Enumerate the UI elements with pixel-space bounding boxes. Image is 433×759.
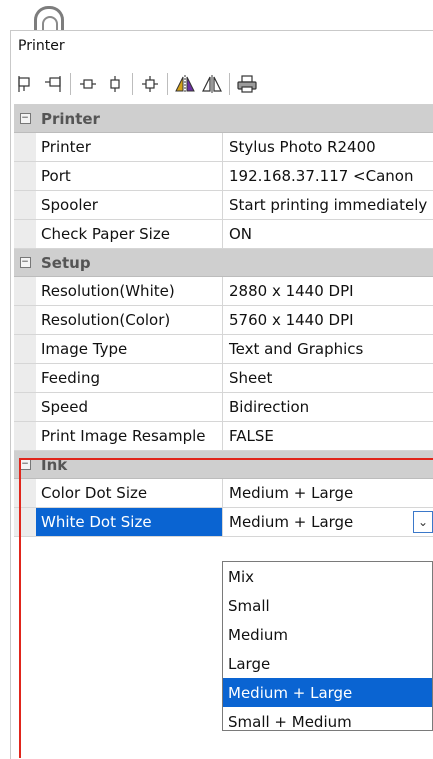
property-name: Printer	[36, 133, 223, 161]
chevron-down-icon: ⌄	[417, 515, 429, 529]
align-left-icon	[18, 76, 30, 92]
property-grid: − Printer Printer Stylus Photo R2400 Por…	[14, 104, 433, 537]
category-setup[interactable]: − Setup	[14, 249, 433, 277]
white-dot-size-select[interactable]: Medium + Large ⌄	[223, 508, 433, 536]
property-row-printer[interactable]: Printer Stylus Photo R2400	[14, 133, 433, 162]
property-name: Check Paper Size	[36, 220, 223, 248]
align-hcenter-icon	[80, 79, 96, 89]
align-vcenter-button[interactable]	[103, 72, 127, 96]
property-name: Image Type	[36, 335, 223, 363]
category-label: Ink	[41, 455, 68, 474]
property-value[interactable]: 192.168.37.117 <Canon	[223, 162, 433, 190]
print-icon	[237, 75, 257, 93]
category-ink[interactable]: − Ink	[14, 451, 433, 479]
toolbar-separator	[70, 73, 71, 95]
print-button[interactable]	[235, 72, 259, 96]
property-row-feeding[interactable]: Feeding Sheet	[14, 364, 433, 393]
align-left-button[interactable]	[14, 72, 38, 96]
property-value[interactable]: FALSE	[223, 422, 433, 450]
flip-horizontal-color-icon	[175, 75, 195, 93]
property-value[interactable]: Sheet	[223, 364, 433, 392]
align-hcenter-button[interactable]	[76, 72, 100, 96]
center-button[interactable]	[138, 72, 162, 96]
flip-horizontal-icon	[202, 75, 222, 93]
dropdown-option[interactable]: Large	[223, 649, 432, 678]
minus-icon: −	[19, 459, 31, 470]
property-row-image-type[interactable]: Image Type Text and Graphics	[14, 335, 433, 364]
dropdown-option[interactable]: Medium	[223, 620, 432, 649]
toolbar	[14, 68, 262, 100]
property-name: Feeding	[36, 364, 223, 392]
property-row-resolution-white[interactable]: Resolution(White) 2880 x 1440 DPI	[14, 277, 433, 306]
dropdown-option-selected[interactable]: Medium + Large	[223, 678, 432, 707]
dropdown-option[interactable]: Mix	[223, 562, 432, 591]
minus-icon: −	[19, 113, 31, 124]
property-value[interactable]: 5760 x 1440 DPI	[223, 306, 433, 334]
align-vcenter-icon	[110, 76, 120, 92]
property-row-color-dot-size[interactable]: Color Dot Size Medium + Large	[14, 479, 433, 508]
property-row-spooler[interactable]: Spooler Start printing immediately	[14, 191, 433, 220]
property-row-white-dot-size[interactable]: White Dot Size Medium + Large ⌄	[14, 508, 433, 537]
align-right-icon	[45, 76, 61, 92]
toolbar-separator	[167, 73, 168, 95]
property-value[interactable]: Start printing immediately	[223, 191, 433, 219]
collapse-toggle[interactable]: −	[14, 113, 36, 124]
category-label: Setup	[41, 253, 91, 272]
property-row-check-paper-size[interactable]: Check Paper Size ON	[14, 220, 433, 249]
flip-horizontal-color-button[interactable]	[173, 72, 197, 96]
minus-icon: −	[19, 257, 31, 268]
property-value[interactable]: Bidirection	[223, 393, 433, 421]
align-right-button[interactable]	[41, 72, 65, 96]
flip-horizontal-button[interactable]	[200, 72, 224, 96]
select-value: Medium + Large	[229, 513, 354, 531]
property-name: Resolution(Color)	[36, 306, 223, 334]
property-name: Speed	[36, 393, 223, 421]
property-value[interactable]: 2880 x 1440 DPI	[223, 277, 433, 305]
toolbar-separator	[229, 73, 230, 95]
property-name: Resolution(White)	[36, 277, 223, 305]
dropdown-option[interactable]: Small + Medium	[223, 707, 432, 736]
property-row-speed[interactable]: Speed Bidirection	[14, 393, 433, 422]
dropdown-arrow-button[interactable]: ⌄	[413, 511, 433, 533]
property-row-resolution-color[interactable]: Resolution(Color) 5760 x 1440 DPI	[14, 306, 433, 335]
property-name: Port	[36, 162, 223, 190]
category-label: Printer	[41, 109, 100, 128]
property-value[interactable]: ON	[223, 220, 433, 248]
property-name: Spooler	[36, 191, 223, 219]
property-name: Print Image Resample	[36, 422, 223, 450]
property-row-port[interactable]: Port 192.168.37.117 <Canon	[14, 162, 433, 191]
property-value[interactable]: Medium + Large	[223, 479, 433, 507]
property-name: Color Dot Size	[36, 479, 223, 507]
toolbar-separator	[132, 73, 133, 95]
dropdown-option[interactable]: Small	[223, 591, 432, 620]
property-row-print-image-resample[interactable]: Print Image Resample FALSE	[14, 422, 433, 451]
property-name: White Dot Size	[36, 508, 223, 536]
panel-title: Printer	[18, 38, 65, 54]
center-icon	[142, 76, 158, 92]
category-printer[interactable]: − Printer	[14, 105, 433, 133]
collapse-toggle[interactable]: −	[14, 257, 36, 268]
property-value[interactable]: Stylus Photo R2400	[223, 133, 433, 161]
collapse-toggle[interactable]: −	[14, 459, 36, 470]
dropdown-list: Mix Small Medium Large Medium + Large Sm…	[222, 561, 433, 731]
property-value[interactable]: Text and Graphics	[223, 335, 433, 363]
